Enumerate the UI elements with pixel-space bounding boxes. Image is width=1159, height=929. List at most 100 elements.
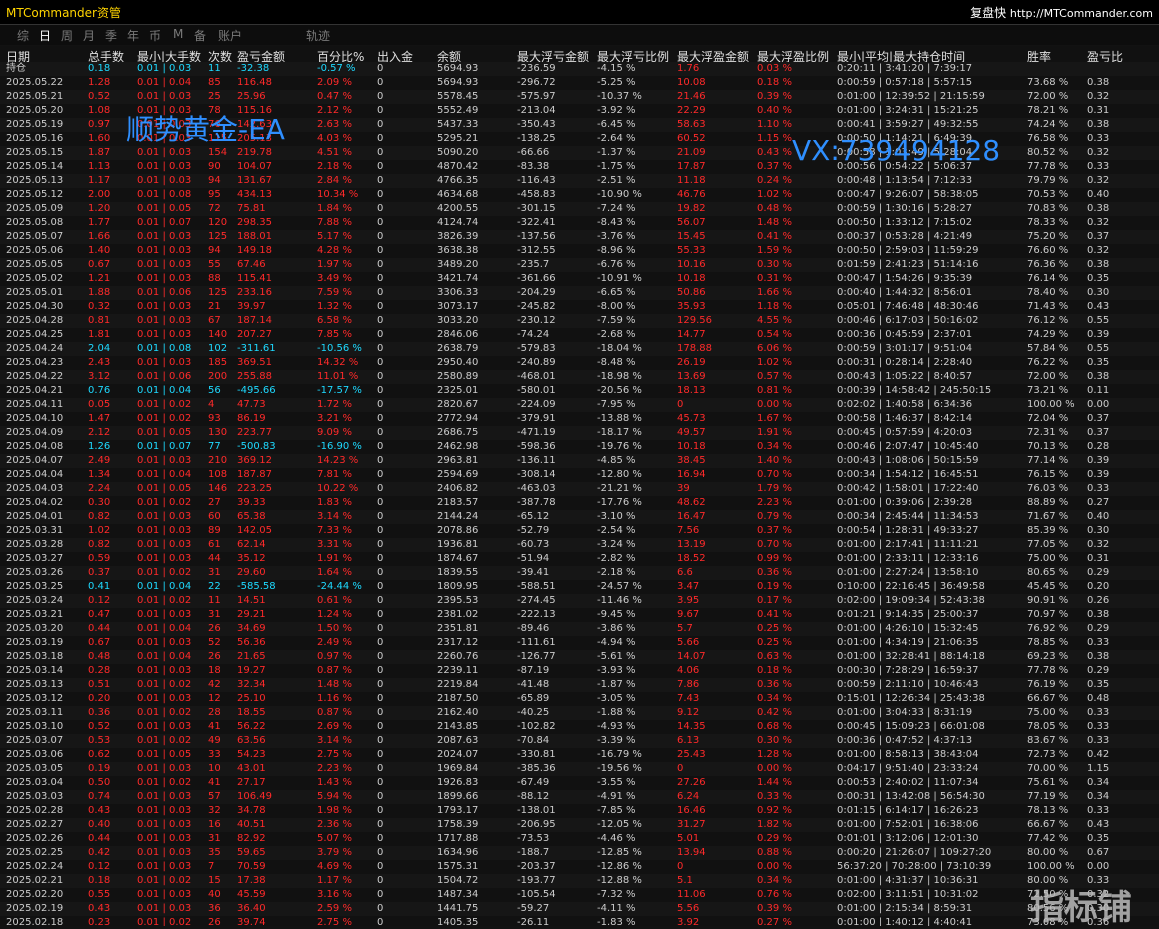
table-cell: 77.19 % (1027, 791, 1069, 802)
table-cell: 2025.03.04 (6, 777, 64, 788)
table-row[interactable]: 2025.04.03 2.24 0.01 | 0.05 146 223.25 10.22 … (0, 482, 1159, 496)
tab-6[interactable]: 币 (149, 27, 161, 44)
table-row[interactable]: 2025.04.08 1.26 0.01 | 0.07 77 -500.83 -16.90… (0, 440, 1159, 454)
table-row[interactable]: 2025.03.31 1.02 0.01 | 0.03 89 142.05 7.33 % 0… (0, 524, 1159, 538)
table-row[interactable]: 2025.03.27 0.59 0.01 | 0.03 44 35.12 1.91 % 0 1… (0, 552, 1159, 566)
table-row[interactable]: 2025.05.07 1.66 0.01 | 0.03 125 188.01 5.17 %… (0, 230, 1159, 244)
table-row[interactable]: 2025.02.25 0.42 0.01 | 0.03 35 59.65 3.79 % 0 1… (0, 846, 1159, 860)
table-row[interactable]: 2025.05.02 1.21 0.01 | 0.03 88 115.41 3.49 % 0… (0, 272, 1159, 286)
table-row[interactable]: 2025.03.20 0.44 0.01 | 0.04 26 34.69 1.50 % 0 2… (0, 622, 1159, 636)
table-row[interactable]: 2025.02.24 0.12 0.01 | 0.03 7 70.59 4.69 % 0 15… (0, 860, 1159, 874)
table-row[interactable]: 2025.03.18 0.48 0.01 | 0.04 26 21.65 0.97 % 0 2… (0, 650, 1159, 664)
table-cell: 2025.05.05 (6, 259, 64, 270)
table-row[interactable]: 2025.03.24 0.12 0.01 | 0.02 11 14.51 0.61 % 0 2… (0, 594, 1159, 608)
table-row[interactable]: 2025.05.06 1.40 0.01 | 0.03 94 149.18 4.28 % 0… (0, 244, 1159, 258)
table-row[interactable]: 2025.02.19 0.43 0.01 | 0.03 36 36.40 2.59 % 0 1… (0, 902, 1159, 916)
table-row[interactable]: 2025.05.12 2.00 0.01 | 0.08 95 434.13 10.34 %… (0, 188, 1159, 202)
table-row[interactable]: 2025.04.30 0.32 0.01 | 0.03 21 39.97 1.32 % 0 3… (0, 300, 1159, 314)
tab-2[interactable]: 周 (61, 27, 73, 44)
table-row[interactable]: 2025.03.13 0.51 0.01 | 0.02 42 32.34 1.48 % 0 2… (0, 678, 1159, 692)
table-cell: 0 (377, 833, 384, 844)
table-cell: 26 (208, 623, 221, 634)
table-row[interactable]: 2025.04.22 3.12 0.01 | 0.06 200 255.88 11.01 … (0, 370, 1159, 384)
table-row[interactable]: 2025.03.05 0.19 0.01 | 0.03 10 43.01 2.23 % 0 1… (0, 762, 1159, 776)
table-cell: 10.18 (677, 273, 706, 284)
table-cell: 5437.33 (437, 119, 479, 130)
table-row[interactable]: 2025.05.13 1.17 0.01 | 0.03 94 131.67 2.84 % 0… (0, 174, 1159, 188)
tab-5[interactable]: 年 (127, 27, 139, 44)
tab-0[interactable]: 综 (17, 27, 29, 44)
table-cell: -311.61 (237, 343, 276, 354)
table-cell: 0.01 | 0.02 (137, 497, 192, 508)
table-cell: 0:01:00 | 4:34:19 | 21:06:35 (837, 637, 979, 648)
table-row[interactable]: 2025.02.20 0.55 0.01 | 0.03 40 45.59 3.16 % 0 1… (0, 888, 1159, 902)
tab-1[interactable]: 日 (39, 27, 51, 44)
table-cell: 0.70 % (757, 469, 792, 480)
table-row[interactable]: 2025.03.25 0.41 0.01 | 0.04 22 -585.58 -24.44… (0, 580, 1159, 594)
table-row[interactable]: 2025.02.27 0.40 0.01 | 0.03 16 40.51 2.36 % 0 1… (0, 818, 1159, 832)
table-row[interactable]: 2025.03.12 0.20 0.01 | 0.03 12 25.10 1.16 % 0 2… (0, 692, 1159, 706)
table-cell: 1.83 % (317, 497, 352, 508)
table-row[interactable]: 2025.03.21 0.47 0.01 | 0.03 31 29.21 1.24 % 0 2… (0, 608, 1159, 622)
table-row[interactable]: 2025.05.21 0.52 0.01 | 0.03 25 25.96 0.47 % 0 5… (0, 90, 1159, 104)
table-row[interactable]: 2025.05.08 1.77 0.01 | 0.07 120 298.35 7.88 %… (0, 216, 1159, 230)
table-row[interactable]: 2025.05.09 1.20 0.01 | 0.05 72 75.81 1.84 % 0 4… (0, 202, 1159, 216)
table-cell: 0:01:00 | 2:27:24 | 13:58:10 (837, 567, 979, 578)
table-row[interactable]: 2025.04.10 1.47 0.01 | 0.02 93 86.19 3.21 % 0 2… (0, 412, 1159, 426)
table-row[interactable]: 2025.04.02 0.30 0.01 | 0.02 27 39.33 1.83 % 0 2… (0, 496, 1159, 510)
table-row[interactable]: 2025.04.24 2.04 0.01 | 0.08 102 -311.61 -10.5… (0, 342, 1159, 356)
table-row[interactable]: 2025.03.10 0.52 0.01 | 0.03 41 56.22 2.69 % 0 2… (0, 720, 1159, 734)
table-row[interactable]: 2025.05.05 0.67 0.01 | 0.03 55 67.46 1.97 % 0 3… (0, 258, 1159, 272)
table-cell: 1405.35 (437, 917, 479, 926)
table-row[interactable]: 2025.05.22 1.28 0.01 | 0.04 85 116.48 2.09 % 0… (0, 76, 1159, 90)
tab-3[interactable]: 月 (83, 27, 95, 44)
tab-10[interactable]: 轨迹 (306, 27, 330, 44)
table-row[interactable]: 2025.04.28 0.81 0.01 | 0.03 67 187.14 6.58 % 0… (0, 314, 1159, 328)
table-cell: 0 (377, 889, 384, 900)
table-row[interactable]: 2025.04.11 0.05 0.01 | 0.02 4 47.73 1.72 % 0 28… (0, 398, 1159, 412)
table-row[interactable]: 2025.02.21 0.18 0.01 | 0.02 15 17.38 1.17 % 0 1… (0, 874, 1159, 888)
table-cell: 0.00 (1087, 861, 1110, 872)
tab-4[interactable]: 季 (105, 27, 117, 44)
table-row[interactable]: 2025.04.04 1.34 0.01 | 0.04 108 187.87 7.81 %… (0, 468, 1159, 482)
table-cell: -203.37 (517, 861, 556, 872)
table-row[interactable]: 2025.04.09 2.12 0.01 | 0.05 130 223.77 9.09 %… (0, 426, 1159, 440)
table-cell: 1.87 (88, 147, 111, 158)
table-row[interactable]: 2025.03.19 0.67 0.01 | 0.03 52 56.36 2.49 % 0 2… (0, 636, 1159, 650)
table-cell: 0:00:36 | 0:45:59 | 2:37:01 (837, 329, 973, 340)
table-row[interactable]: 2025.04.07 2.49 0.01 | 0.03 210 369.12 14.23 … (0, 454, 1159, 468)
table-row[interactable]: 2025.04.21 0.76 0.01 | 0.04 56 -495.66 -17.57… (0, 384, 1159, 398)
tab-8[interactable]: 备 (194, 27, 206, 44)
table-row[interactable]: 2025.03.06 0.62 0.01 | 0.05 33 54.23 2.75 % 0 2… (0, 748, 1159, 762)
table-cell: 2025.03.13 (6, 679, 64, 690)
table-row[interactable]: 2025.02.28 0.43 0.01 | 0.03 32 34.78 1.98 % 0 1… (0, 804, 1159, 818)
table-cell: 56 (208, 385, 221, 396)
tab-9[interactable]: 账户 (218, 27, 242, 44)
table-cell: 1.66 % (757, 287, 792, 298)
table-row[interactable]: 2025.03.04 0.50 0.01 | 0.02 41 27.17 1.43 % 0 1… (0, 776, 1159, 790)
table-cell: 10.16 (677, 259, 706, 270)
table-row[interactable]: 2025.02.26 0.44 0.01 | 0.03 31 82.92 5.07 % 0 1… (0, 832, 1159, 846)
table-cell: 2025.04.11 (6, 399, 64, 410)
summary-row[interactable]: 持仓 0.18 0.01 | 0.03 11 -32.38 -0.57 % 0 5694.9… (0, 62, 1159, 76)
table-cell: -308.14 (517, 469, 556, 480)
table-row[interactable]: 2025.02.18 0.23 0.01 | 0.02 26 39.74 2.75 % 0 1… (0, 916, 1159, 926)
tab-7[interactable]: M (173, 27, 183, 41)
table-cell: -361.66 (517, 273, 556, 284)
table-cell: 0.01 | 0.03 (137, 693, 192, 704)
table-cell: 0.37 (1087, 413, 1110, 424)
table-row[interactable]: 2025.04.25 1.81 0.01 | 0.03 140 207.27 7.85 %… (0, 328, 1159, 342)
table-row[interactable]: 2025.04.01 0.82 0.01 | 0.03 60 65.38 3.14 % 0 2… (0, 510, 1159, 524)
table-row[interactable]: 2025.05.01 1.88 0.01 | 0.06 125 233.16 7.59 %… (0, 286, 1159, 300)
table-row[interactable]: 2025.03.07 0.53 0.01 | 0.02 49 63.56 3.14 % 0 2… (0, 734, 1159, 748)
replay-button[interactable]: 复盘快 (970, 6, 1006, 20)
table-row[interactable]: 2025.03.11 0.36 0.01 | 0.02 28 18.55 0.87 % 0 2… (0, 706, 1159, 720)
table-row[interactable]: 2025.03.28 0.82 0.01 | 0.03 61 62.14 3.31 % 0 1… (0, 538, 1159, 552)
table-row[interactable]: 2025.03.14 0.28 0.01 | 0.03 18 19.27 0.87 % 0 2… (0, 664, 1159, 678)
table-cell: 140 (208, 329, 228, 340)
table-row[interactable]: 2025.03.26 0.37 0.01 | 0.02 31 29.60 1.64 % 0 1… (0, 566, 1159, 580)
table-row[interactable]: 2025.03.03 0.74 0.01 | 0.03 57 106.49 5.94 % 0… (0, 790, 1159, 804)
website-link[interactable]: http://MTCommander.com (1010, 7, 1153, 20)
table-row[interactable]: 2025.04.23 2.43 0.01 | 0.03 185 369.51 14.32 … (0, 356, 1159, 370)
table-cell: 6.24 (677, 791, 700, 802)
